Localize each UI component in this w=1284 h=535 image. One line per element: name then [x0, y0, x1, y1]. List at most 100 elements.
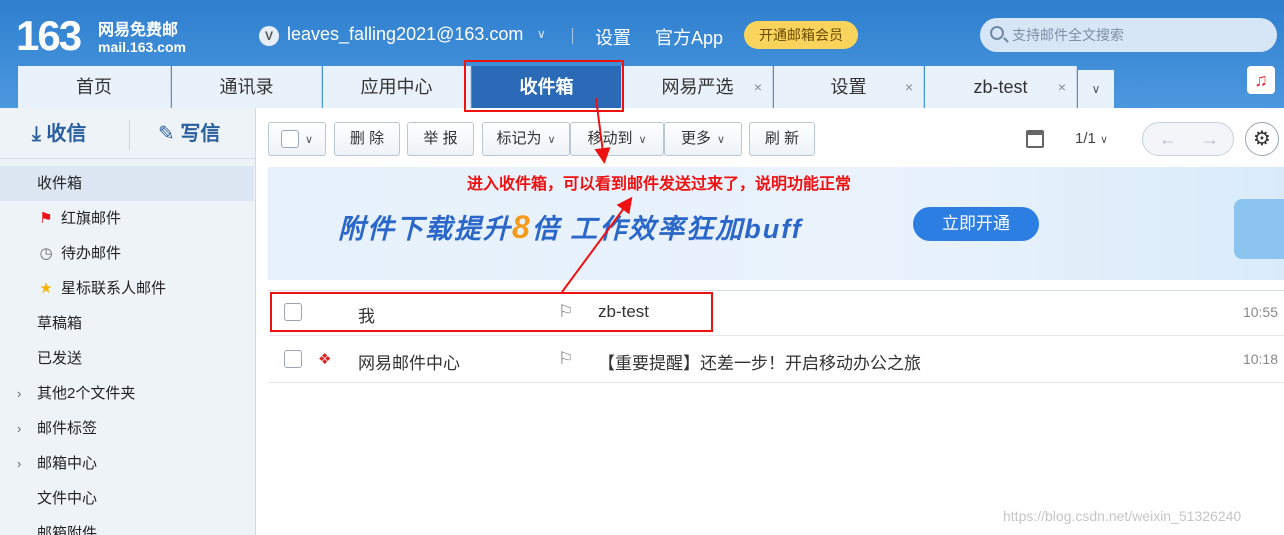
sidebar-item-starred[interactable]: ★ 星标联系人邮件 [0, 271, 254, 306]
vip-level-icon: V [259, 26, 279, 46]
page-indicator[interactable]: 1/1 ∨ [1075, 130, 1108, 147]
sidebar-item-label: 邮箱中心 [37, 455, 98, 472]
sidebar: ⤓ 收信 ✎ 写信 收件箱 ⚑ 红旗邮件 ◷ 待办邮件 ★ 星标联系人邮件 草稿… [0, 108, 256, 535]
mail-subject: 【重要提醒】还差一步！开启移动办公之旅 [598, 354, 921, 373]
sidebar-item-inbox[interactable]: 收件箱 [0, 166, 254, 201]
sidebar-item-file-center[interactable]: 文件中心 [0, 481, 254, 516]
clock-icon: ◷ [39, 245, 53, 262]
sidebar-item-label: 待办邮件 [61, 245, 122, 262]
refresh-button[interactable]: 刷 新 [749, 122, 815, 156]
select-all-dropdown[interactable]: ∨ [268, 122, 326, 156]
sidebar-item-drafts[interactable]: 草稿箱 [0, 306, 254, 341]
chevron-right-icon[interactable]: › [17, 411, 21, 446]
logo-domain[interactable]: mail.163.com [98, 39, 186, 55]
chevron-down-icon: ∨ [638, 134, 647, 146]
tab-label: 首页 [76, 77, 112, 97]
compose-label: 写信 [180, 123, 221, 145]
tab-label: 应用中心 [360, 77, 433, 97]
sidebar-separator [0, 158, 256, 159]
sidebar-item-label: 文件中心 [37, 490, 98, 507]
mail-row[interactable]: ❖ 网易邮件中心 ⚐ 【重要提醒】还差一步！开启移动办公之旅 10:18 [268, 337, 1284, 383]
sidebar-item-todo[interactable]: ◷ 待办邮件 [0, 236, 254, 271]
select-all-checkbox[interactable] [280, 130, 299, 149]
sidebar-item-mail-center[interactable]: › 邮箱中心 [0, 446, 254, 481]
chevron-right-icon[interactable]: › [17, 446, 21, 481]
mail-checkbox[interactable] [284, 350, 302, 368]
chevron-down-icon: ∨ [304, 134, 314, 146]
chevron-right-icon[interactable]: › [17, 376, 21, 411]
sidebar-item-label: 收件箱 [37, 175, 83, 192]
page-indicator-text: 1/1 [1075, 130, 1096, 147]
official-app-link[interactable]: 官方App [655, 24, 723, 50]
tab-zb-test[interactable]: zb-test × [925, 66, 1077, 108]
banner-text-number: 8 [512, 209, 532, 245]
settings-link[interactable]: 设置 [595, 24, 631, 50]
sidebar-item-sent[interactable]: 已发送 [0, 341, 254, 376]
sidebar-item-label: 红旗邮件 [61, 210, 122, 227]
music-icon[interactable]: ♫ [1247, 66, 1275, 94]
edit-icon: ✎ [158, 123, 175, 145]
download-icon: ⤓ [32, 123, 41, 145]
sidebar-item-label: 邮箱附件 [37, 525, 98, 535]
sidebar-item-other-folders[interactable]: › 其他2个文件夹 [0, 376, 254, 411]
sidebar-item-red-flag[interactable]: ⚑ 红旗邮件 [0, 201, 254, 236]
close-icon[interactable]: × [754, 66, 762, 108]
vip-button[interactable]: 开通邮箱会员 [744, 21, 858, 49]
banner-text-b: 倍 工作效率狂加buff [531, 214, 803, 244]
sidebar-item-label: 邮件标签 [37, 420, 98, 437]
mark-as-button[interactable]: 标记为 ∨ [482, 122, 570, 156]
gear-icon[interactable]: ⚙ [1245, 122, 1279, 156]
tab-contacts[interactable]: 通讯录 [172, 66, 322, 108]
calendar-icon[interactable] [1026, 130, 1044, 148]
logo-title[interactable]: 网易免费邮 [98, 16, 178, 40]
banner-open-button[interactable]: 立即开通 [913, 207, 1039, 241]
search-icon[interactable] [990, 26, 1004, 40]
attachment-folder-icon [1234, 199, 1284, 259]
receive-button[interactable]: ⤓ 收信 [32, 114, 132, 154]
search-input[interactable] [1012, 25, 1262, 45]
move-to-label: 移动到 [587, 130, 633, 147]
tab-label: 网易严选 [661, 77, 734, 97]
chevron-down-icon: ∨ [716, 134, 726, 146]
page-nav: ← → [1142, 122, 1234, 156]
sidebar-item-label: 已发送 [37, 350, 83, 367]
arrow-left-icon[interactable]: ← [1159, 129, 1177, 150]
header-divider [572, 28, 573, 44]
delete-button[interactable]: 删 除 [334, 122, 400, 156]
banner-text: 附件下载提升8倍 工作效率狂加buff [338, 207, 803, 246]
compose-button[interactable]: ✎ 写信 [158, 114, 248, 154]
search-box[interactable] [980, 18, 1277, 52]
move-to-button[interactable]: 移动到 ∨ [570, 122, 664, 156]
sidebar-actions: ⤓ 收信 ✎ 写信 [0, 108, 256, 158]
chevron-down-icon: ∨ [547, 134, 556, 146]
receive-label: 收信 [46, 123, 87, 145]
sidebar-item-attachments[interactable]: 邮箱附件 [0, 516, 254, 535]
more-label: 更多 [680, 130, 711, 147]
close-icon[interactable]: × [905, 66, 913, 108]
annotation-text: 进入收件箱，可以看到邮件发送过来了，说明功能正常 [467, 176, 852, 193]
more-button[interactable]: 更多 ∨ [664, 122, 742, 156]
flag-icon[interactable]: ⚐ [558, 349, 573, 369]
mail-row-highlight [270, 292, 713, 332]
arrow-right-icon[interactable]: → [1201, 129, 1219, 150]
tab-yanxuan[interactable]: 网易严选 × [623, 66, 773, 108]
sidebar-item-label: 其他2个文件夹 [37, 385, 136, 402]
logo-number[interactable]: 163 [16, 12, 82, 60]
inbox-tab-highlight [464, 60, 624, 112]
tab-home[interactable]: 首页 [18, 66, 171, 108]
report-button[interactable]: 举 报 [407, 122, 474, 156]
sidebar-item-mail-tags[interactable]: › 邮件标签 [0, 411, 254, 446]
chevron-down-icon[interactable]: ∨ [537, 27, 546, 41]
watermark: https://blog.csdn.net/weixin_51326240 [1003, 508, 1242, 524]
red-flag-icon: ⚑ [39, 210, 53, 227]
mail-toolbar: ∨ 删 除 举 报 标记为 ∨ 移动到 ∨ 更多 ∨ 刷 新 1/1 ∨ ← → ⚙ [256, 108, 1284, 168]
mail-time: 10:18 [1242, 351, 1278, 367]
tab-app-center[interactable]: 应用中心 [323, 66, 471, 108]
netease-mail-center-icon: ❖ [318, 351, 332, 368]
banner-text-a: 附件下载提升 [338, 214, 512, 244]
close-icon[interactable]: × [1058, 66, 1066, 108]
account-email[interactable]: leaves_falling2021@163.com [287, 24, 523, 45]
tab-more-button[interactable]: ∨ [1078, 70, 1114, 108]
tab-settings[interactable]: 设置 × [774, 66, 924, 108]
mail-time: 10:55 [1242, 304, 1278, 320]
